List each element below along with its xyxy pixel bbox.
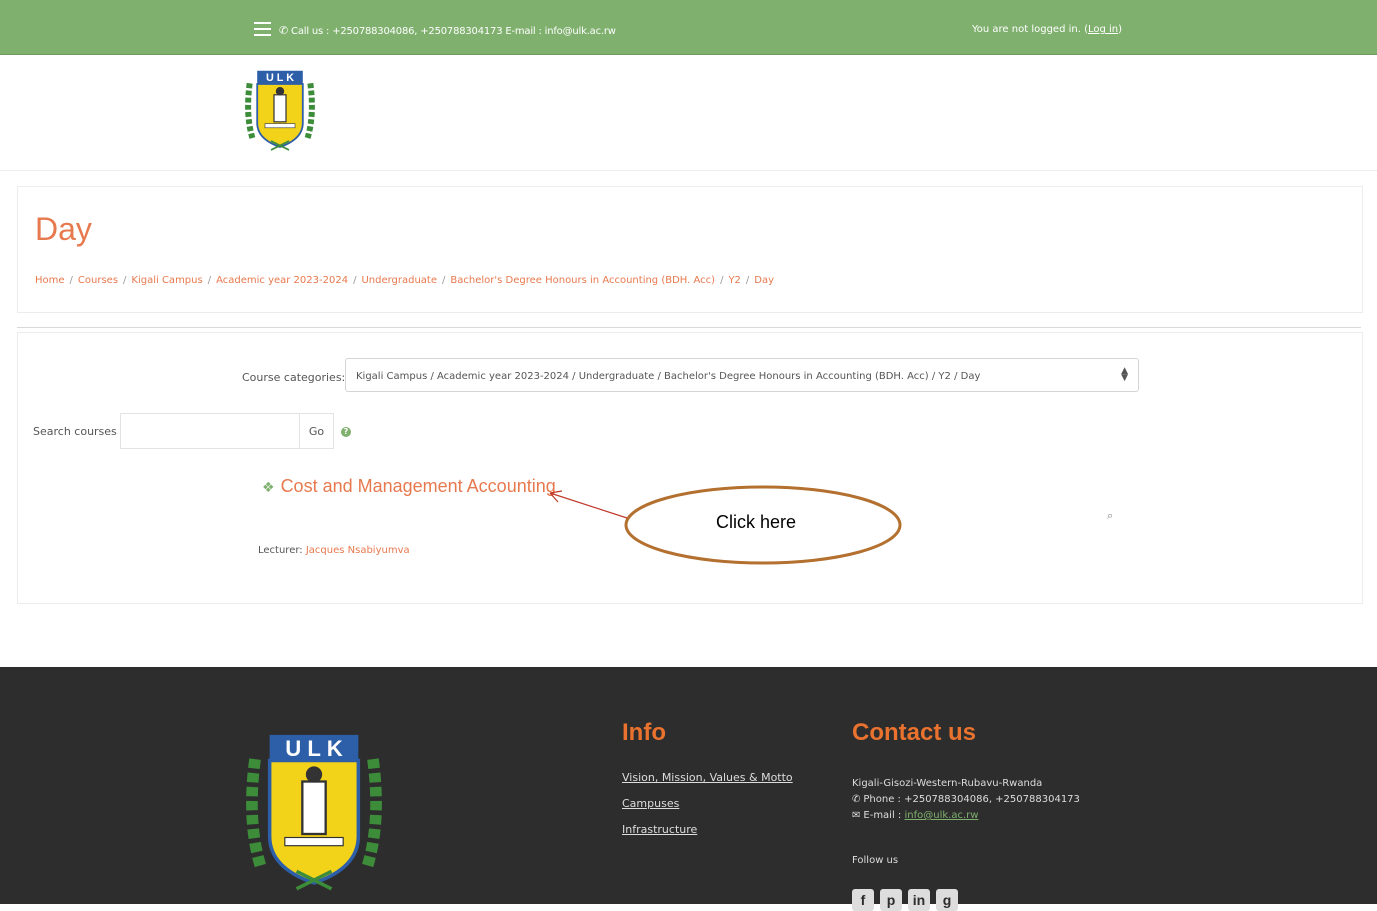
search-courses-label: Search courses [33,425,117,438]
login-link[interactable]: Log in [1088,24,1118,35]
footer-ulk-logo: U L K [246,734,382,891]
phone-icon: ✆ [852,794,861,805]
google-plus-icon[interactable]: g [936,889,958,911]
mail-icon: ✉ [852,810,861,821]
footer-phone: ✆ Phone : +250788304086, +250788304173 [852,792,1080,808]
footer-address: Kigali-Gisozi-Western-Rubavu-Rwanda [852,778,1043,789]
footer: U L K Info Vision, Mission, Values & Mot… [0,667,1377,911]
breadcrumb-item-courses[interactable]: Courses [78,275,118,286]
phone-icon: ✆ [279,24,289,37]
login-status: You are not logged in. (Log in) [972,24,1122,35]
page-title: Day [35,211,92,247]
footer-link-campuses[interactable]: Campuses [622,797,679,810]
top-contact-info: ✆ Call us : +250788304086, +250788304173 … [279,24,616,37]
footer-email: ✉ E-mail : info@ulk.ac.rw [852,808,1080,824]
course-expand-icon[interactable]: ❖ [262,480,275,496]
annotation-arrow-line [549,492,628,519]
breadcrumb-item-home[interactable]: Home [35,275,65,286]
breadcrumb-item-y2[interactable]: Y2 [728,275,740,286]
course-link[interactable]: Cost and Management Accounting [281,476,556,496]
follow-us-label: Follow us [852,855,899,866]
search-courses-input[interactable] [120,413,300,449]
logo-header: U L K [0,55,1377,171]
lecturer-label: Lecturer: [258,545,303,556]
login-status-text: You are not logged in. ( [972,24,1088,35]
lecturer-link[interactable]: Jacques Nsabiyumva [306,545,410,556]
logo-letters: U L K [266,72,294,84]
footer-email-link[interactable]: info@ulk.ac.rw [904,810,978,821]
login-status-close: ) [1118,24,1123,35]
menu-icon[interactable] [254,22,271,36]
course-lecturer: Lecturer: Jacques Nsabiyumva [258,545,410,556]
footer-link-vision[interactable]: Vision, Mission, Values & Motto [622,771,793,784]
footer-info-links: Vision, Mission, Values & Motto Campuses… [622,771,793,849]
footer-email-label: E-mail : [863,810,905,821]
course-categories-selected: Kigali Campus / Academic year 2023-2024 … [356,371,981,382]
footer-contact-details: Kigali-Gisozi-Western-Rubavu-Rwanda ✆ Pho… [852,776,1080,824]
footer-contact-title: Contact us [852,719,977,746]
page-header: Day Home / Courses / Kigali Campus / Academic … [17,186,1363,313]
footer-info-title: Info [622,719,666,746]
footer-link-infrastructure[interactable]: Infrastructure [622,823,697,836]
annotation-text: Click here [716,512,797,532]
pinterest-icon[interactable]: p [880,889,902,911]
select-arrows-icon: ▲ ▼ [1121,366,1128,383]
course-item: ❖ Cost and Management Accounting [262,476,556,497]
go-button[interactable]: Go [300,413,334,449]
course-categories-select[interactable]: Kigali Campus / Academic year 2023-2024 … [345,358,1139,392]
course-categories-label: Course categories: [242,371,346,384]
linkedin-icon[interactable]: in [908,889,930,911]
breadcrumb-item-kigali-campus[interactable]: Kigali Campus [131,275,202,286]
social-icons: f p in g [852,889,964,911]
breadcrumb-item-bachelors[interactable]: Bachelor's Degree Honours in Accounting … [450,275,715,286]
course-summary-icon[interactable]: ⌕ [1107,509,1113,523]
ulk-logo[interactable]: U L K [244,65,316,157]
top-contact-text: Call us : +250788304086, +250788304173 E… [291,26,616,37]
breadcrumb-item-undergraduate[interactable]: Undergraduate [361,275,437,286]
top-bar: ✆ Call us : +250788304086, +250788304173 … [0,0,1377,55]
facebook-icon[interactable]: f [852,889,874,911]
footer-phone-value: +250788304086, +250788304173 [904,794,1080,805]
help-icon[interactable]: ? [341,427,351,437]
breadcrumb-item-day[interactable]: Day [754,275,774,286]
breadcrumb: Home / Courses / Kigali Campus / Academic year… [35,275,775,286]
footer-phone-label: Phone : [863,794,905,805]
footer-logo-letters: U L K [285,736,342,761]
breadcrumb-item-academic-year[interactable]: Academic year 2023-2024 [216,275,348,286]
divider [17,327,1361,328]
